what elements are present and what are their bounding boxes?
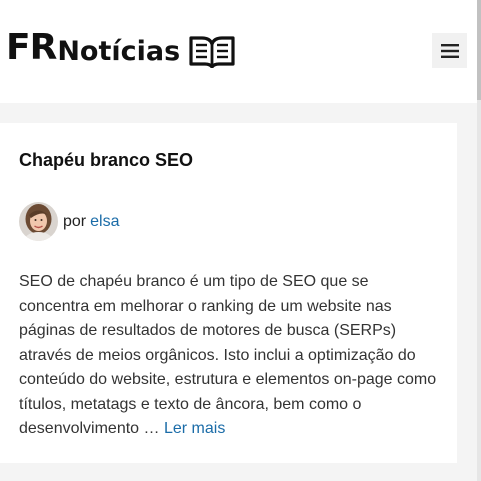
read-more-link[interactable]: Ler mais xyxy=(164,420,225,437)
logo-suffix: Notícias xyxy=(57,35,181,67)
scrollbar-thumb[interactable] xyxy=(477,0,481,100)
post-meta: por elsa xyxy=(19,202,119,241)
author-avatar[interactable] xyxy=(19,202,58,241)
site-header: FR Notícias xyxy=(0,0,477,103)
hamburger-menu-icon xyxy=(440,43,459,58)
site-logo[interactable]: FR Notícias xyxy=(6,28,236,68)
post-card: Chapéu branco SEO por elsa SEO de chapéu… xyxy=(0,123,457,463)
open-book-icon xyxy=(189,36,235,68)
excerpt-ellipsis: … xyxy=(143,420,160,437)
author-link[interactable]: elsa xyxy=(90,213,119,231)
menu-toggle-button[interactable] xyxy=(432,33,467,68)
post-excerpt: SEO de chapéu branco é um tipo de SEO qu… xyxy=(19,270,439,442)
excerpt-text: SEO de chapéu branco é um tipo de SEO qu… xyxy=(19,273,437,437)
post-title[interactable]: Chapéu branco SEO xyxy=(19,149,193,171)
byline-label: por xyxy=(63,212,87,230)
page-scrollbar[interactable] xyxy=(477,0,481,481)
logo-prefix: FR xyxy=(6,27,57,68)
